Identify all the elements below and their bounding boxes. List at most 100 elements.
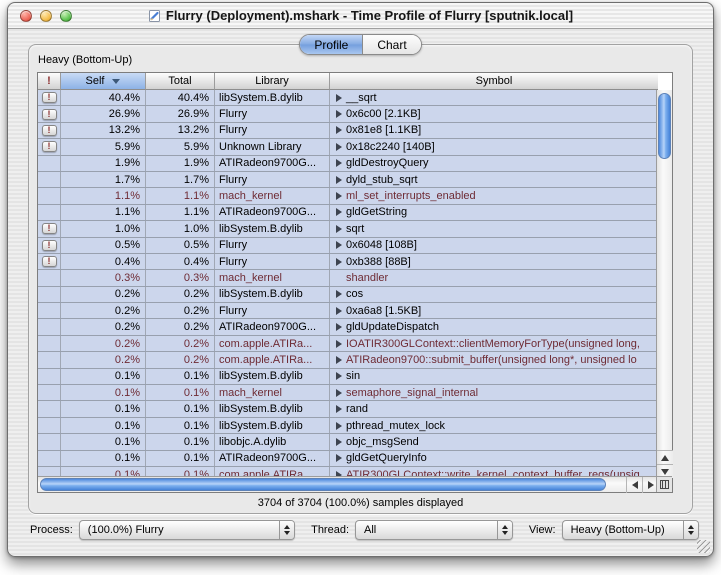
table-row[interactable]: ! 1.1% 1.1% ATIRadeon9700G... gldGetStri… bbox=[38, 205, 672, 221]
scroll-up-button[interactable] bbox=[657, 450, 673, 464]
resize-grip[interactable] bbox=[697, 540, 710, 553]
total-percent-cell: 0.1% bbox=[146, 418, 215, 433]
disclosure-triangle-icon[interactable] bbox=[336, 110, 342, 118]
symbol-name: IOATIR300GLContext::clientMemoryForType(… bbox=[346, 338, 640, 350]
table-row[interactable]: ! 0.1% 0.1% libSystem.B.dylib rand bbox=[38, 401, 672, 417]
table-row[interactable]: ! 5.9% 5.9% Unknown Library 0x18c2240 [1… bbox=[38, 139, 672, 155]
table-row[interactable]: ! 0.1% 0.1% libSystem.B.dylib pthread_mu… bbox=[38, 418, 672, 434]
column-header-library[interactable]: Library bbox=[215, 73, 330, 90]
disclosure-triangle-icon[interactable] bbox=[336, 143, 342, 151]
window-title-group: Flurry (Deployment).mshark - Time Profil… bbox=[148, 8, 573, 23]
table-row[interactable]: ! 0.5% 0.5% Flurry 0x6048 [108B] bbox=[38, 238, 672, 254]
disclosure-triangle-icon[interactable] bbox=[336, 323, 342, 331]
table-row[interactable]: ! 13.2% 13.2% Flurry 0x81e8 [1.1KB] bbox=[38, 123, 672, 139]
disclosure-triangle-icon[interactable] bbox=[336, 258, 342, 266]
disclosure-triangle-icon[interactable] bbox=[336, 356, 342, 364]
table-row[interactable]: ! 0.4% 0.4% Flurry 0xb388 [88B] bbox=[38, 254, 672, 270]
total-percent-cell: 0.2% bbox=[146, 303, 215, 318]
symbol-cell: gldGetQueryInfo bbox=[330, 451, 658, 466]
library-cell: libSystem.B.dylib bbox=[215, 287, 330, 302]
exclamation-flag-button[interactable]: ! bbox=[42, 141, 57, 152]
library-cell: Flurry bbox=[215, 123, 330, 138]
symbol-cell: cos bbox=[330, 287, 658, 302]
symbol-cell: __sqrt bbox=[330, 90, 658, 105]
column-header-self[interactable]: Self bbox=[61, 73, 146, 90]
symbol-name: gldDestroyQuery bbox=[346, 157, 429, 169]
flag-cell: ! bbox=[38, 418, 61, 433]
disclosure-triangle-icon[interactable] bbox=[336, 176, 342, 184]
disclosure-triangle-icon[interactable] bbox=[336, 241, 342, 249]
table-row[interactable]: ! 0.1% 0.1% libobjc.A.dylib objc_msgSend bbox=[38, 434, 672, 450]
zoom-button[interactable] bbox=[60, 10, 72, 22]
table-row[interactable]: ! 0.1% 0.1% mach_kernel semaphore_signal… bbox=[38, 385, 672, 401]
minimize-button[interactable] bbox=[40, 10, 52, 22]
popup-stepper-icon bbox=[683, 521, 698, 539]
column-header-total[interactable]: Total bbox=[146, 73, 215, 90]
disclosure-triangle-icon[interactable] bbox=[336, 405, 342, 413]
disclosure-triangle-icon[interactable] bbox=[336, 389, 342, 397]
horizontal-scrollbar-thumb[interactable] bbox=[40, 478, 606, 491]
disclosure-triangle-icon[interactable] bbox=[336, 438, 342, 446]
exclamation-flag-button[interactable]: ! bbox=[42, 109, 57, 120]
scroll-left-button[interactable] bbox=[626, 477, 642, 493]
disclosure-triangle-icon[interactable] bbox=[336, 372, 342, 380]
disclosure-triangle-icon[interactable] bbox=[336, 340, 342, 348]
horizontal-scrollbar[interactable] bbox=[38, 476, 658, 492]
table-row[interactable]: ! 1.0% 1.0% libSystem.B.dylib sqrt bbox=[38, 221, 672, 237]
exclamation-flag-button[interactable]: ! bbox=[42, 125, 57, 136]
table-row[interactable]: ! 0.1% 0.1% ATIRadeon9700G... gldGetQuer… bbox=[38, 451, 672, 467]
horizontal-scrollbar-track[interactable] bbox=[38, 477, 626, 493]
disclosure-triangle-icon[interactable] bbox=[336, 307, 342, 315]
disclosure-triangle-icon[interactable] bbox=[336, 126, 342, 134]
view-popup[interactable]: Heavy (Bottom-Up) bbox=[562, 520, 699, 540]
self-percent-cell: 0.1% bbox=[61, 369, 146, 384]
total-percent-cell: 0.4% bbox=[146, 254, 215, 269]
table-row[interactable]: ! 40.4% 40.4% libSystem.B.dylib __sqrt bbox=[38, 90, 672, 106]
self-percent-cell: 0.1% bbox=[61, 385, 146, 400]
column-header-flag[interactable]: ! bbox=[38, 73, 61, 90]
flag-cell: ! bbox=[38, 369, 61, 384]
thread-popup-value: All bbox=[356, 524, 497, 536]
table-row[interactable]: ! 0.2% 0.2% Flurry 0xa6a8 [1.5KB] bbox=[38, 303, 672, 319]
exclamation-flag-button[interactable]: ! bbox=[42, 240, 57, 251]
disclosure-triangle-icon[interactable] bbox=[336, 159, 342, 167]
disclosure-triangle-icon[interactable] bbox=[336, 192, 342, 200]
self-percent-cell: 1.9% bbox=[61, 156, 146, 171]
disclosure-triangle-icon[interactable] bbox=[336, 290, 342, 298]
table-row[interactable]: ! 1.7% 1.7% Flurry dyld_stub_sqrt bbox=[38, 172, 672, 188]
symbol-name: objc_msgSend bbox=[346, 436, 419, 448]
thread-popup[interactable]: All bbox=[355, 520, 513, 540]
column-options-button[interactable] bbox=[656, 476, 672, 492]
disclosure-triangle-icon[interactable] bbox=[336, 208, 342, 216]
table-row[interactable]: ! 26.9% 26.9% Flurry 0x6c00 [2.1KB] bbox=[38, 106, 672, 122]
table-row[interactable]: ! 1.9% 1.9% ATIRadeon9700G... gldDestroy… bbox=[38, 156, 672, 172]
table-row[interactable]: ! 0.2% 0.2% libSystem.B.dylib cos bbox=[38, 287, 672, 303]
table-row[interactable]: ! 0.2% 0.2% com.apple.ATIRa... ATIRadeon… bbox=[38, 352, 672, 368]
tab-chart[interactable]: Chart bbox=[362, 35, 420, 54]
self-percent-cell: 0.1% bbox=[61, 451, 146, 466]
column-header-symbol[interactable]: Symbol bbox=[330, 73, 658, 90]
disclosure-triangle-icon[interactable] bbox=[336, 454, 342, 462]
flag-cell: ! bbox=[38, 303, 61, 318]
exclamation-flag-button[interactable]: ! bbox=[42, 92, 57, 103]
table-row[interactable]: ! 0.2% 0.2% com.apple.ATIRa... IOATIR300… bbox=[38, 336, 672, 352]
table-row[interactable]: ! 1.1% 1.1% mach_kernel ml_set_interrupt… bbox=[38, 188, 672, 204]
tab-profile[interactable]: Profile bbox=[300, 35, 362, 54]
disclosure-triangle-icon[interactable] bbox=[336, 94, 342, 102]
title-bar[interactable]: Flurry (Deployment).mshark - Time Profil… bbox=[8, 3, 713, 29]
vertical-scrollbar-thumb[interactable] bbox=[658, 93, 671, 159]
disclosure-triangle-icon[interactable] bbox=[336, 422, 342, 430]
vertical-scrollbar[interactable] bbox=[656, 90, 672, 478]
profile-panel: Heavy (Bottom-Up) ! Self Total Library S… bbox=[28, 44, 693, 514]
table-row[interactable]: ! 0.1% 0.1% libSystem.B.dylib sin bbox=[38, 369, 672, 385]
exclamation-flag-button[interactable]: ! bbox=[42, 223, 57, 234]
close-button[interactable] bbox=[20, 10, 32, 22]
table-row[interactable]: ! 0.2% 0.2% ATIRadeon9700G... gldUpdateD… bbox=[38, 319, 672, 335]
exclamation-flag-button[interactable]: ! bbox=[42, 256, 57, 267]
process-popup[interactable]: (100.0%) Flurry bbox=[79, 520, 295, 540]
flag-cell: ! bbox=[38, 319, 61, 334]
disclosure-triangle-icon[interactable] bbox=[336, 225, 342, 233]
flag-cell: ! bbox=[38, 434, 61, 449]
table-row[interactable]: ! 0.3% 0.3% mach_kernel shandler bbox=[38, 270, 672, 286]
symbol-cell: rand bbox=[330, 401, 658, 416]
